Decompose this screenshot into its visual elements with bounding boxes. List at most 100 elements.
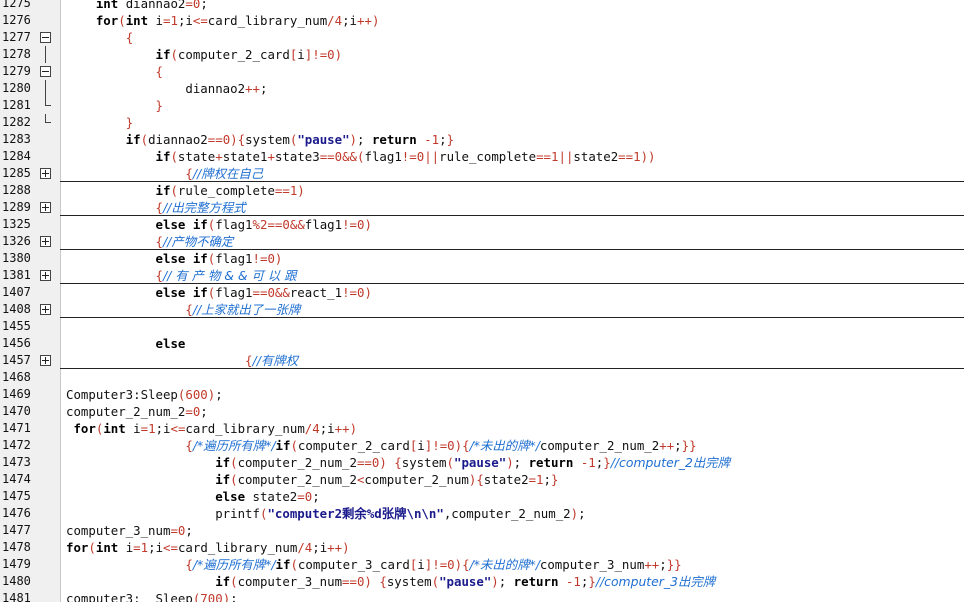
code-line[interactable]: 1275 int diannao2=0; [0,0,964,12]
code-line[interactable]: 1474 if(computer_2_num_2<computer_2_num)… [0,471,964,488]
code-editor[interactable]: 1275 int diannao2=0; 1276 for(int i=1;i<=… [0,0,964,602]
code-lines: 1275 int diannao2=0; 1276 for(int i=1;i<=… [0,0,964,602]
line-number: 1281 [2,98,31,112]
code-line[interactable]: 1289 {//出完整方程式 [0,199,964,216]
code-line[interactable]: 1455 [0,318,964,335]
code-line[interactable]: 1279 { [0,63,964,80]
code-token: ; [578,506,586,521]
code-token: ; [659,557,667,572]
code-line[interactable]: 1480 if(computer_3_num==0) {system("paus… [0,573,964,590]
code-line[interactable]: 1282 } [0,114,964,131]
code-token: if [215,455,231,470]
code-token: ++ [659,438,675,453]
code-line[interactable]: 1456 else [0,335,964,352]
code-token: 1 [536,472,544,487]
fold-empty [40,369,54,386]
code-token: rule_complete [439,149,537,164]
code-token: computer_3_card [297,557,410,572]
code-line[interactable]: 1284 if(state+state1+state3==0&&(flag1!=… [0,148,964,165]
code-line[interactable]: 1325 else if(flag1%2==0&&flag1!=0) [0,216,964,233]
fold-expand-icon[interactable] [40,199,54,216]
line-number: 1288 [2,183,31,197]
code-line[interactable]: 1457 {//有牌权 [0,352,964,369]
code-token: ++ [327,540,343,555]
code-line[interactable]: 1277 { [0,29,964,46]
code-token: 0 [327,47,335,62]
code-token: ) [334,47,343,62]
fold-expand-icon[interactable] [40,301,54,318]
code-token: for [95,13,119,28]
code-token: ,computer_2_num_2 [443,506,571,521]
fold-expand-icon[interactable] [40,267,54,284]
fold-collapse-icon[interactable] [40,29,54,46]
code-token: ( [88,540,96,555]
code-line[interactable]: 1276 for(int i=1;i<=card_library_num/4;i… [0,12,964,29]
code-token: ; [498,574,514,589]
fold-empty [40,250,54,267]
line-number: 1472 [2,438,31,452]
code-line[interactable]: 1469 Computer3:Sleep(600); [0,386,964,403]
fold-expand-icon[interactable] [40,165,54,182]
code-line[interactable]: 1407 else if(flag1==0&&react_1!=0) [0,284,964,301]
code-line[interactable]: 1380 else if(flag1!=0) [0,250,964,267]
code-token: 1 [148,421,156,436]
code-token: state2 [573,149,619,164]
code-text: if(computer_2_num_2<computer_2_num){stat… [66,471,558,488]
code-line[interactable]: 1326 {//产物不确定 [0,233,964,250]
code-token: /*遍历所有牌*/ [192,438,276,453]
line-number: 1381 [2,268,31,282]
code-token: ++ [644,557,660,572]
code-token: = [140,421,149,436]
code-line[interactable]: 1475 else state2=0; [0,488,964,505]
code-line[interactable]: 1408 {//上家就出了一张牌 [0,301,964,318]
code-line[interactable]: 1481 computer3: Sleep(700); [0,590,964,602]
line-number: 1473 [2,455,31,469]
code-token: ;i [148,540,164,555]
code-token: i [417,438,425,453]
code-token: == [342,574,357,589]
code-line[interactable]: 1479 {/*遍历所有牌*/if(computer_3_card[i]!=0)… [0,556,964,573]
code-token: /*遍历所有牌*/ [192,557,276,572]
fold-expand-icon[interactable] [40,352,54,369]
code-text: for(int i=1;i<=card_library_num/4;i++) [66,539,350,556]
code-token: ) [454,438,463,453]
code-line[interactable]: 1472 {/*遍历所有牌*/if(computer_2_card[i]!=0)… [0,437,964,454]
code-text: else if(flag1==0&&react_1!=0) [66,284,372,301]
fold-empty [40,182,54,199]
fold-expand-icon[interactable] [40,233,54,250]
code-token: return [371,132,417,147]
code-line[interactable]: 1381 {// 有 产 物 & & 可 以 跟 [0,267,964,284]
code-line[interactable]: 1285 {//牌权在自己 [0,165,964,182]
code-token: ( [230,455,238,470]
code-line[interactable]: 1283 if(diannao2==0){system("pause"); re… [0,131,964,148]
code-token: ; [543,472,551,487]
code-token: else [155,336,186,351]
code-line[interactable]: 1471 for(int i=1;i<=card_library_num/4;i… [0,420,964,437]
fold-collapse-icon[interactable] [40,63,54,80]
code-line[interactable]: 1288 if(rule_complete==1) [0,182,964,199]
code-text: {//出完整方程式 [66,199,246,216]
code-token: computer_2_card [177,47,290,62]
code-text: else if(flag1!=0) [66,250,283,267]
code-token: "pause" [453,455,507,470]
code-line[interactable]: 1281 } [0,97,964,114]
code-token: // 有 产 物 & & 可 以 跟 [163,268,297,283]
code-token: && [342,149,358,164]
code-token: / [297,540,305,555]
code-line[interactable]: 1468 [0,369,964,386]
code-token: react_1 [289,285,343,300]
code-line[interactable]: 1476 printf("computer2剩余%d张牌\n\n",comput… [0,505,964,522]
code-token: ( [170,47,178,62]
line-number: 1326 [2,234,31,248]
code-line[interactable]: 1477 computer_3_num=0; [0,522,964,539]
code-line[interactable]: 1278 if(computer_2_card[i]!=0) [0,46,964,63]
code-line[interactable]: 1473 if(computer_2_num_2==0) {system("pa… [0,454,964,471]
code-token: else if [155,285,208,300]
code-line[interactable]: 1470 computer_2_num_2=0; [0,403,964,420]
code-line[interactable]: 1280 diannao2++; [0,80,964,97]
code-line[interactable]: 1478 for(int i=1;i<=card_library_num/4;i+… [0,539,964,556]
code-token: "computer2剩余%d张牌\n\n" [267,506,444,521]
